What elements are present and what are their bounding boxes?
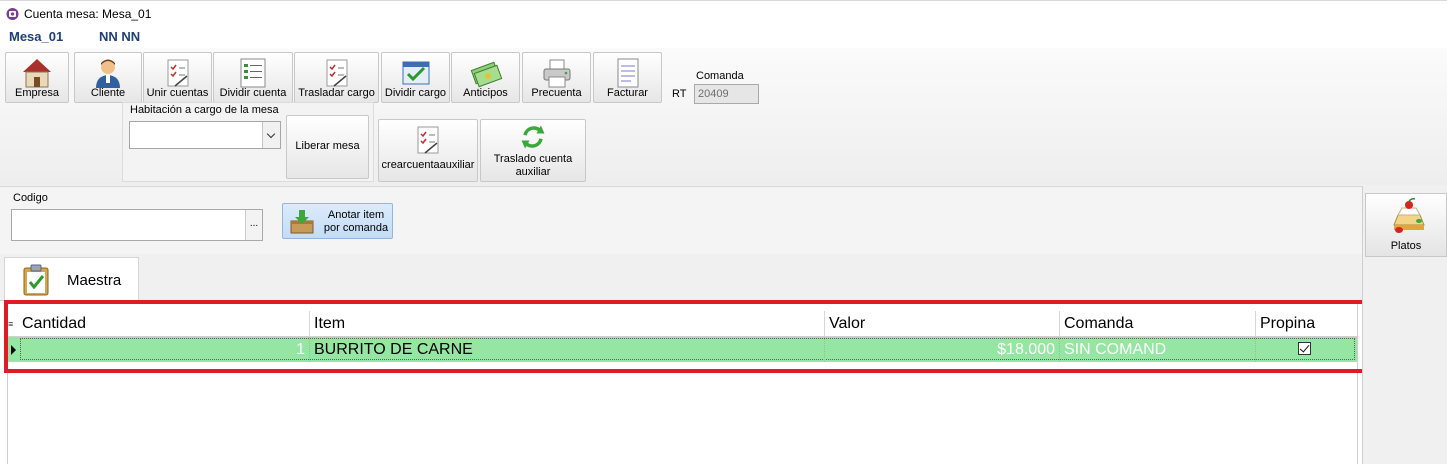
unir-cuentas-button[interactable]: Unir cuentas	[143, 52, 212, 103]
crear-cuenta-auxiliar-label: crearcuentaauxiliar	[381, 159, 475, 171]
unir-cuentas-label: Unir cuentas	[146, 87, 209, 99]
liberar-mesa-button[interactable]: Liberar mesa	[286, 115, 369, 179]
checkbox-icon	[402, 61, 429, 85]
precuenta-label: Precuenta	[531, 87, 582, 99]
anotar-item-label: Anotar item por comanda	[323, 209, 389, 234]
dividir-cargo-button[interactable]: Dividir cargo	[381, 52, 450, 103]
platos-label: Platos	[1390, 240, 1422, 252]
mesa-label: Mesa_01	[9, 29, 64, 44]
facturar-button[interactable]: Facturar	[593, 52, 662, 103]
traslado-cuenta-auxiliar-label: Traslado cuenta auxiliar	[493, 153, 573, 178]
list-icon	[240, 58, 266, 88]
traslado-cuenta-auxiliar-button[interactable]: Traslado cuenta auxiliar	[480, 119, 586, 182]
comanda-label: Comanda	[696, 70, 744, 82]
cake-icon	[1393, 198, 1425, 233]
title-bar	[0, 0, 1447, 26]
tab-strip	[0, 254, 1362, 300]
client-label: NN NN	[99, 29, 141, 44]
tab-maestra-label: Maestra	[67, 272, 122, 289]
checklist-icon	[417, 126, 439, 154]
facturar-label: Facturar	[607, 87, 648, 99]
empresa-button[interactable]: Empresa	[5, 52, 69, 103]
habitacion-label: Habitación a cargo de la mesa	[130, 104, 279, 116]
codigo-browse-button[interactable]: ...	[245, 210, 262, 240]
window-title: Cuenta mesa: Mesa_01	[24, 7, 152, 21]
clipboard-check-icon	[23, 264, 49, 296]
checklist-icon	[167, 59, 188, 87]
anotar-item-button[interactable]: Anotar item por comanda	[282, 203, 393, 239]
anticipos-label: Anticipos	[463, 87, 508, 99]
habitacion-select[interactable]	[129, 121, 281, 149]
cliente-button[interactable]: Cliente	[74, 52, 142, 103]
empresa-label: Empresa	[14, 87, 60, 99]
refresh-icon	[521, 125, 545, 149]
dividir-cargo-label: Dividir cargo	[384, 87, 447, 99]
trasladar-cargo-button[interactable]: Trasladar cargo	[294, 52, 379, 103]
crear-cuenta-auxiliar-button[interactable]: crearcuentaauxiliar	[378, 119, 478, 182]
download-box-icon	[290, 210, 314, 234]
checklist-icon	[326, 59, 347, 87]
trasladar-cargo-label: Trasladar cargo	[298, 87, 375, 99]
chevron-down-icon[interactable]	[262, 122, 280, 148]
printer-icon	[543, 59, 570, 88]
highlight-box	[4, 300, 1369, 373]
dividir-cuenta-label: Dividir cuenta	[219, 87, 287, 99]
dividir-cuenta-button[interactable]: Dividir cuenta	[213, 52, 293, 103]
comanda-field[interactable]: 20409	[694, 84, 759, 104]
codigo-label: Codigo	[13, 192, 48, 204]
money-icon	[470, 61, 502, 88]
person-icon	[96, 59, 120, 88]
rt-label: RT	[672, 88, 687, 100]
house-icon	[23, 59, 51, 88]
document-icon	[617, 58, 638, 88]
cliente-label: Cliente	[90, 87, 126, 99]
app-icon	[6, 8, 19, 20]
liberar-mesa-label: Liberar mesa	[295, 140, 360, 152]
precuenta-button[interactable]: Precuenta	[522, 52, 591, 103]
anticipos-button[interactable]: Anticipos	[451, 52, 520, 103]
header-row	[0, 26, 1447, 48]
codigo-input[interactable]: ...	[11, 209, 263, 241]
platos-button[interactable]: Platos	[1365, 193, 1447, 257]
tab-maestra[interactable]: Maestra	[4, 257, 139, 303]
